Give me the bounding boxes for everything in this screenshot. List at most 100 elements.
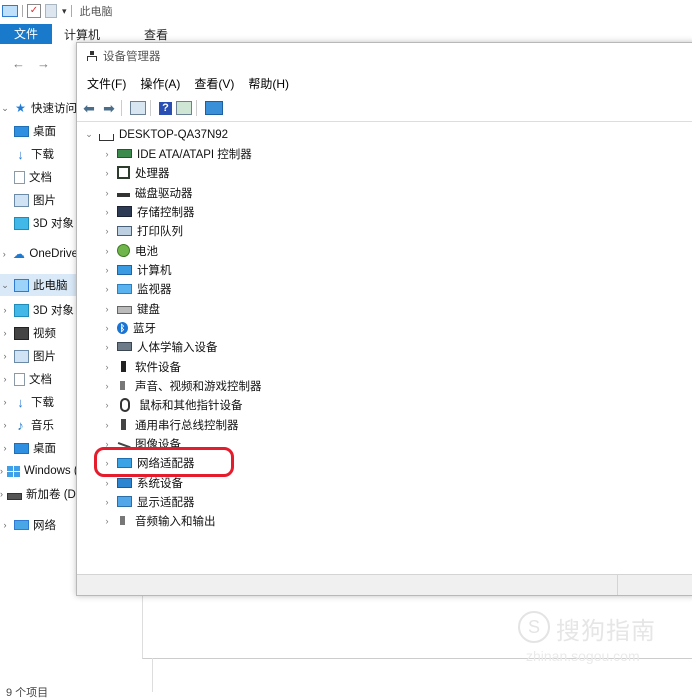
tree-item-hid[interactable]: › 人体学输入设备 <box>101 337 218 356</box>
nav-item-quick-access[interactable]: ⌄ ★ 快速访问 <box>0 97 78 119</box>
tree-item-monitors[interactable]: › 监视器 <box>101 279 172 298</box>
nav-item-windows-c[interactable]: › Windows (C:) <box>0 460 78 482</box>
properties-check-icon[interactable]: ✓ <box>27 4 41 18</box>
tree-item-usb-controllers[interactable]: › 通用串行总线控制器 <box>101 415 239 434</box>
tree-item-display-adapters[interactable]: › 显示适配器 <box>101 492 195 511</box>
tree-item-ide-controllers[interactable]: › IDE ATA/ATAPI 控制器 <box>101 144 252 163</box>
expand-chevron-icon[interactable]: › <box>101 381 113 391</box>
expand-chevron-icon[interactable]: › <box>101 323 113 333</box>
nav-item-documents[interactable]: › 文档 <box>0 368 78 390</box>
nav-item-downloads[interactable]: ↓ 下载 <box>0 143 78 165</box>
expand-chevron-icon[interactable]: › <box>101 400 113 410</box>
nav-item-music[interactable]: › ♪ 音乐 <box>0 414 78 436</box>
menu-help[interactable]: 帮助(H) <box>248 75 289 92</box>
status-cell <box>77 575 618 595</box>
tree-item-label: 键盘 <box>137 303 160 316</box>
expand-chevron-icon[interactable]: › <box>0 443 10 453</box>
tree-item-label: 打印队列 <box>137 225 183 238</box>
expand-chevron-icon[interactable]: ⌄ <box>83 129 95 140</box>
nav-item-pictures[interactable]: › 图片 <box>0 345 78 367</box>
tree-item-computer[interactable]: › 计算机 <box>101 260 172 279</box>
nav-item-downloads[interactable]: › ↓ 下载 <box>0 391 78 413</box>
tree-root-computer[interactable]: ⌄ DESKTOP-QA37N92 <box>83 125 228 144</box>
onedrive-icon: ☁ <box>12 246 25 261</box>
nav-item-documents[interactable]: 文档 <box>0 166 78 188</box>
tree-item-bluetooth[interactable]: › ᛒ 蓝牙 <box>101 318 156 337</box>
tree-item-label: 计算机 <box>137 264 172 277</box>
tree-item-label: 音频输入和输出 <box>135 515 216 528</box>
tab-view[interactable]: 查看 <box>132 26 180 43</box>
update-driver-icon[interactable] <box>176 101 192 115</box>
expand-chevron-icon[interactable]: › <box>101 265 113 275</box>
expand-chevron-icon[interactable]: › <box>0 249 8 259</box>
storage-controller-icon <box>117 206 132 217</box>
nav-item-this-pc[interactable]: ⌄ 此电脑 <box>0 274 78 296</box>
tree-item-disk-drives[interactable]: › 磁盘驱动器 <box>101 183 193 202</box>
new-folder-icon[interactable] <box>45 4 57 18</box>
scan-hardware-icon[interactable] <box>205 101 223 115</box>
expand-chevron-icon[interactable]: › <box>101 246 113 256</box>
nav-item-desktop[interactable]: › 桌面 <box>0 437 78 459</box>
expand-chevron-icon[interactable]: ⌄ <box>0 103 10 114</box>
software-device-icon <box>121 361 126 372</box>
nav-item-videos[interactable]: › 视频 <box>0 322 78 344</box>
expand-chevron-icon[interactable]: › <box>101 149 113 159</box>
properties-icon[interactable] <box>130 101 146 115</box>
expand-chevron-icon[interactable]: › <box>0 305 10 315</box>
back-arrow-icon[interactable]: ⬅ <box>81 100 97 116</box>
nav-item-network[interactable]: › 网络 <box>0 514 78 536</box>
nav-item-label: 图片 <box>33 351 56 363</box>
tree-item-sound-controllers[interactable]: › 声音、视频和游戏控制器 <box>101 376 262 395</box>
expand-chevron-icon[interactable]: ⌄ <box>0 280 10 291</box>
tree-item-audio-io[interactable]: › 音频输入和输出 <box>101 511 216 530</box>
nav-item-onedrive[interactable]: › ☁ OneDrive <box>0 243 78 265</box>
expand-chevron-icon[interactable]: › <box>101 362 113 372</box>
nav-item-3d-objects[interactable]: 3D 对象 <box>0 212 78 234</box>
forward-arrow-icon[interactable]: ➡ <box>101 100 117 116</box>
nav-item-pictures[interactable]: 图片 <box>0 189 78 211</box>
customize-toolbar-arrow-icon[interactable]: ▾ <box>62 6 67 17</box>
forward-arrow-icon[interactable]: → <box>37 56 50 71</box>
help-icon[interactable]: ? <box>159 101 172 115</box>
menu-action[interactable]: 操作(A) <box>140 75 180 92</box>
item-count: 9 个项目 <box>6 687 49 699</box>
menu-view[interactable]: 查看(V) <box>194 75 234 92</box>
document-icon <box>14 372 25 386</box>
menu-file[interactable]: 文件(F) <box>87 75 126 92</box>
menu-bar: 文件(F) 操作(A) 查看(V) 帮助(H) <box>77 73 692 93</box>
tree-item-batteries[interactable]: › 电池 <box>101 241 158 260</box>
nav-item-desktop[interactable]: 桌面 <box>0 120 78 142</box>
nav-item-3d-objects[interactable]: › 3D 对象 <box>0 299 78 321</box>
expand-chevron-icon[interactable]: › <box>101 342 113 352</box>
tree-item-processors[interactable]: › 处理器 <box>101 163 170 182</box>
tree-item-storage-controllers[interactable]: › 存储控制器 <box>101 202 195 221</box>
expand-chevron-icon[interactable]: › <box>101 168 113 178</box>
expand-chevron-icon[interactable]: › <box>101 226 113 236</box>
back-arrow-icon[interactable]: ← <box>12 56 25 71</box>
tab-file[interactable]: 文件 <box>0 24 52 44</box>
expand-chevron-icon[interactable]: › <box>101 188 113 198</box>
expand-chevron-icon[interactable]: › <box>101 497 113 507</box>
usb-icon <box>121 419 126 430</box>
expand-chevron-icon[interactable]: › <box>101 207 113 217</box>
expand-chevron-icon[interactable]: › <box>0 520 10 530</box>
expand-chevron-icon[interactable]: › <box>101 478 113 488</box>
expand-chevron-icon[interactable]: › <box>0 351 10 361</box>
tree-item-software-devices[interactable]: › 软件设备 <box>101 357 181 376</box>
expand-chevron-icon[interactable]: › <box>0 374 10 384</box>
expand-chevron-icon[interactable]: › <box>101 304 113 314</box>
expand-chevron-icon[interactable]: › <box>101 420 113 430</box>
expand-chevron-icon[interactable]: › <box>0 420 10 430</box>
tree-item-print-queues[interactable]: › 打印队列 <box>101 221 183 240</box>
tree-item-keyboards[interactable]: › 键盘 <box>101 299 161 318</box>
expand-chevron-icon[interactable]: › <box>0 489 3 499</box>
pictures-icon <box>14 193 29 207</box>
expand-chevron-icon[interactable]: › <box>0 466 3 476</box>
tree-item-mice[interactable]: › 鼠标和其他指针设备 <box>101 395 243 414</box>
nav-item-new-volume-d[interactable]: › 新加卷 (D:) <box>0 483 78 505</box>
tab-computer[interactable]: 计算机 <box>52 26 112 43</box>
expand-chevron-icon[interactable]: › <box>0 397 10 407</box>
expand-chevron-icon[interactable]: › <box>0 328 10 338</box>
expand-chevron-icon[interactable]: › <box>101 516 113 526</box>
expand-chevron-icon[interactable]: › <box>101 284 113 294</box>
